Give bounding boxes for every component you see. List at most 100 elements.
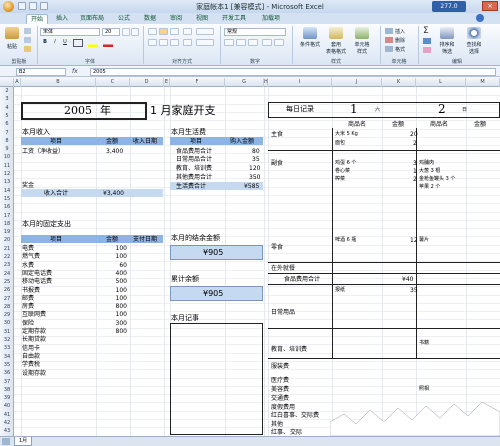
align-left-icon[interactable] — [148, 39, 157, 46]
daily-item-amount[interactable]: 2 — [413, 140, 417, 147]
fill-color-icon[interactable] — [88, 39, 98, 47]
fx-icon[interactable]: fx — [72, 68, 86, 75]
daily-item-name[interactable]: 大米 5 Kg — [335, 131, 358, 138]
increase-decimal-icon[interactable] — [262, 39, 272, 46]
row-header[interactable]: 38 — [0, 386, 14, 394]
italic-icon[interactable]: I — [51, 39, 59, 45]
row-header[interactable]: 24 — [0, 270, 14, 278]
fixed-amount[interactable]: 60 — [113, 262, 127, 269]
fixed-item[interactable]: 移动电话费 — [22, 278, 52, 285]
fixed-item[interactable]: 长期贷款 — [22, 336, 46, 343]
copy-icon[interactable] — [24, 37, 31, 43]
currency-icon[interactable] — [224, 39, 234, 46]
row-header[interactable]: 17 — [0, 212, 14, 220]
insert-cells-icon[interactable] — [385, 28, 393, 34]
wrap-text-icon[interactable] — [196, 28, 214, 35]
income-bonus[interactable]: 奖金 — [22, 182, 34, 189]
daily-item2[interactable]: 苹果 2 个 — [419, 184, 440, 191]
row-header[interactable]: 22 — [0, 253, 14, 261]
tab-addins[interactable]: 加载项 — [258, 14, 284, 24]
row-header[interactable]: 26 — [0, 286, 14, 294]
row-header[interactable]: 11 — [0, 162, 14, 170]
row-header[interactable]: 43 — [0, 427, 14, 435]
fixed-amount[interactable]: 100 — [113, 311, 127, 318]
daily-item-name[interactable]: 卷心菜 — [335, 168, 350, 175]
column-header-j[interactable]: J — [332, 78, 382, 87]
clear-icon[interactable] — [423, 47, 431, 53]
column-header-k[interactable]: K — [382, 78, 416, 87]
cut-icon[interactable] — [24, 28, 31, 34]
income-amount[interactable]: 3,400 — [106, 148, 123, 155]
tab-insert[interactable]: 插入 — [52, 14, 72, 24]
save-icon[interactable] — [18, 2, 26, 10]
fixed-item[interactable]: 信用卡 — [22, 345, 40, 352]
daily-item-name[interactable]: 鸡蛋 6 个 — [335, 160, 356, 167]
tab-page-layout[interactable]: 页面布局 — [76, 14, 108, 24]
fixed-item[interactable]: 书报费 — [22, 287, 40, 294]
row-header[interactable]: 5 — [0, 112, 14, 120]
fixed-amount[interactable]: 100 — [113, 287, 127, 294]
row-header[interactable]: 33 — [0, 344, 14, 352]
income-item[interactable]: 工资（净收益） — [22, 148, 64, 155]
autosum-icon[interactable]: Σ — [423, 27, 431, 36]
row-header[interactable]: 14 — [0, 187, 14, 195]
fixed-amount[interactable]: 800 — [113, 303, 127, 310]
row-header[interactable]: 35 — [0, 361, 14, 369]
grow-font-icon[interactable] — [122, 28, 130, 36]
column-header-a[interactable]: A — [14, 78, 21, 87]
row-header[interactable]: 10 — [0, 153, 14, 161]
row-header[interactable]: 30 — [0, 319, 14, 327]
row-header[interactable]: 40 — [0, 402, 14, 410]
fixed-amount[interactable]: 100 — [113, 295, 127, 302]
row-header[interactable]: 27 — [0, 295, 14, 303]
row-header[interactable]: 31 — [0, 328, 14, 336]
row-header[interactable]: 23 — [0, 261, 14, 269]
sheet-tab[interactable]: 1月 — [14, 437, 33, 446]
cond-format-label[interactable]: 条件格式 — [296, 41, 324, 48]
align-center-icon[interactable] — [159, 39, 168, 46]
bold-icon[interactable]: B — [41, 39, 49, 45]
align-right-icon[interactable] — [170, 39, 179, 46]
column-header-m[interactable]: M — [466, 78, 500, 87]
row-header[interactable]: 8 — [0, 137, 14, 145]
align-top-icon[interactable] — [148, 28, 157, 35]
name-box[interactable]: B2 — [16, 68, 66, 76]
sort-label[interactable]: 排序和 筛选 — [434, 41, 460, 55]
fixed-item[interactable]: 水费 — [22, 262, 34, 269]
row-header[interactable]: 28 — [0, 303, 14, 311]
column-header-i[interactable]: I — [268, 78, 332, 87]
merge-center-icon[interactable] — [196, 39, 214, 46]
daily-item-amount[interactable]: 1 — [413, 168, 417, 175]
daily-item-name[interactable]: 榨菜 — [335, 176, 345, 183]
row-header[interactable]: 34 — [0, 353, 14, 361]
format-painter-icon[interactable] — [24, 46, 31, 52]
row-header[interactable]: 4 — [0, 104, 14, 112]
row-header[interactable]: 12 — [0, 170, 14, 178]
delete-button[interactable]: 删除 — [395, 37, 411, 44]
daily-item-amount[interactable]: 20 — [410, 131, 418, 138]
daily-item2[interactable]: 书籍 — [419, 340, 429, 347]
fixed-item[interactable]: 保险 — [22, 320, 34, 327]
daily-item2[interactable]: 照相 — [419, 386, 429, 393]
align-bottom-icon[interactable] — [170, 28, 179, 35]
tab-data[interactable]: 数据 — [140, 14, 160, 24]
fixed-item[interactable]: 房费 — [22, 303, 34, 310]
row-header[interactable]: 3 — [0, 95, 14, 103]
row-header[interactable]: 37 — [0, 378, 14, 386]
borders-icon[interactable] — [73, 39, 83, 47]
row-header[interactable]: 25 — [0, 278, 14, 286]
align-middle-icon[interactable] — [159, 28, 168, 35]
find-select-icon[interactable] — [467, 27, 481, 39]
daily-item-amount[interactable]: 35 — [410, 287, 418, 294]
row-header[interactable]: 13 — [0, 178, 14, 186]
font-name-combo[interactable]: 宋体 — [40, 28, 100, 36]
fixed-amount[interactable]: 500 — [113, 278, 127, 285]
row-header[interactable]: 19 — [0, 228, 14, 236]
fixed-amount[interactable]: 100 — [113, 245, 127, 252]
format-button[interactable]: 格式 — [395, 46, 411, 53]
number-format-combo[interactable]: 常规 — [224, 28, 286, 36]
row-header[interactable]: 32 — [0, 336, 14, 344]
daily-item2[interactable]: 金枪鱼罐头 3 个 — [419, 176, 455, 183]
tab-formulas[interactable]: 公式 — [114, 14, 134, 24]
column-header-b[interactable]: B — [21, 78, 96, 87]
